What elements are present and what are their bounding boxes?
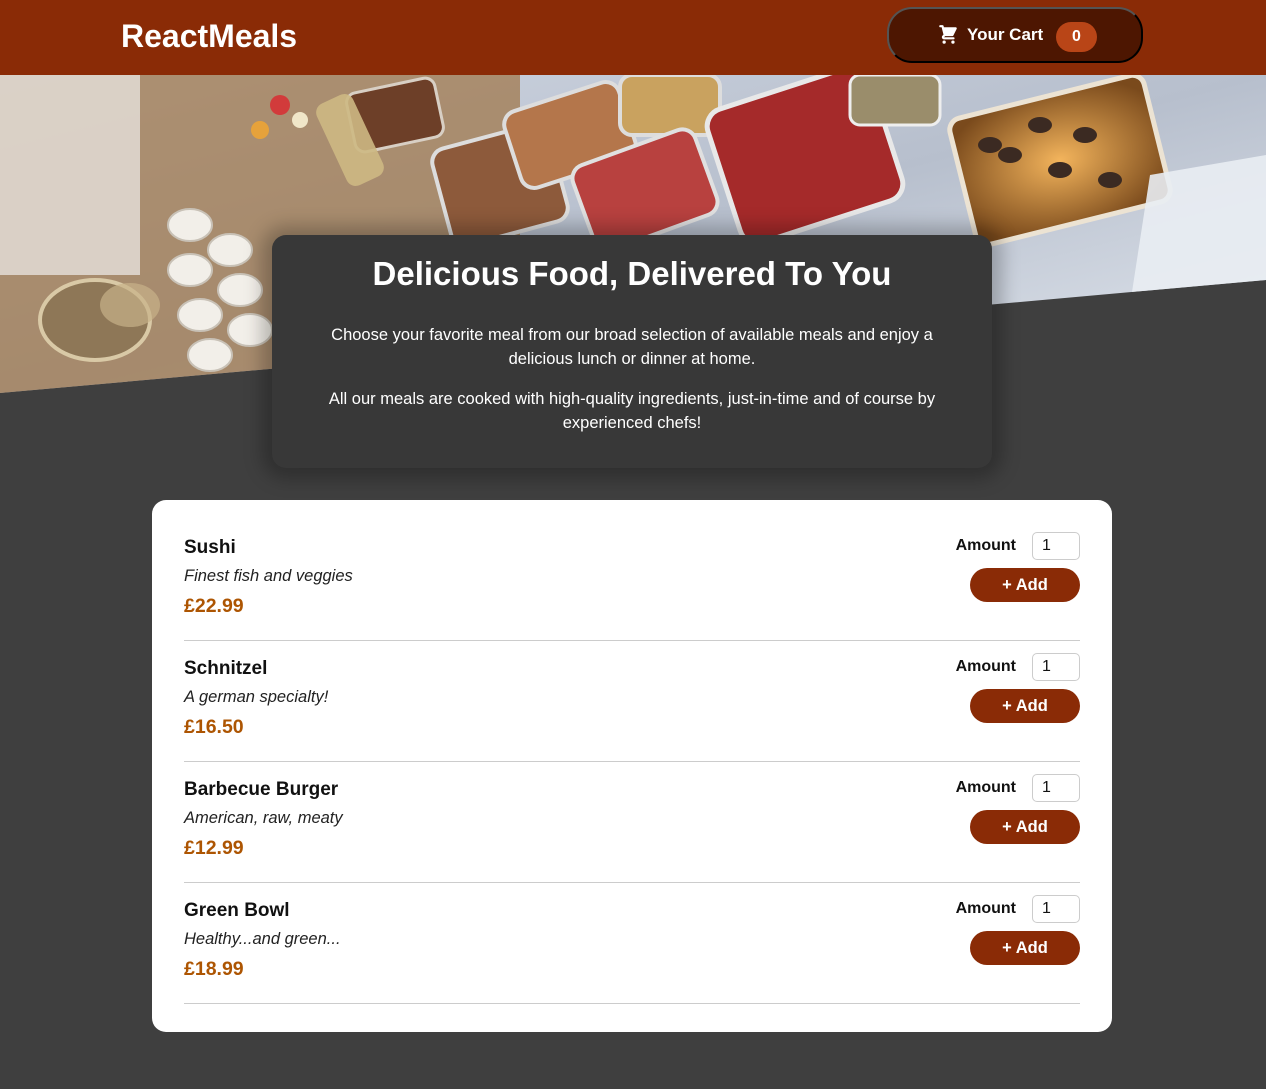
amount-label: Amount bbox=[955, 658, 1016, 675]
add-to-cart-button[interactable]: + Add bbox=[970, 568, 1080, 602]
summary-title: Delicious Food, Delivered To You bbox=[372, 255, 892, 292]
amount-input[interactable] bbox=[1032, 653, 1080, 681]
amount-label: Amount bbox=[955, 779, 1016, 796]
meal-name: Barbecue Burger bbox=[184, 779, 339, 800]
meal-price: £22.99 bbox=[184, 595, 244, 617]
amount-control: Amount bbox=[956, 532, 1080, 560]
meal-description: Healthy...and green... bbox=[184, 930, 341, 948]
cart-button[interactable]: Your Cart 0 bbox=[887, 7, 1143, 63]
shopping-cart-icon bbox=[937, 24, 959, 46]
amount-label: Amount bbox=[955, 537, 1016, 554]
add-to-cart-button[interactable]: + Add bbox=[970, 810, 1080, 844]
brand-title: ReactMeals bbox=[121, 18, 298, 54]
meal-name: Green Bowl bbox=[184, 900, 290, 921]
add-to-cart-button[interactable]: + Add bbox=[970, 931, 1080, 965]
amount-input[interactable] bbox=[1032, 774, 1080, 802]
summary-paragraph: All our meals are cooked with high-quali… bbox=[328, 390, 936, 432]
amount-label: Amount bbox=[955, 900, 1016, 917]
meal-item: Barbecue Burger American, raw, meaty £12… bbox=[184, 762, 1080, 883]
amount-control: Amount bbox=[956, 653, 1080, 681]
meal-item: Schnitzel A german specialty! £16.50 Amo… bbox=[184, 641, 1080, 762]
amount-input[interactable] bbox=[1032, 895, 1080, 923]
meal-item: Green Bowl Healthy...and green... £18.99… bbox=[184, 883, 1080, 1004]
cart-count-badge: 0 bbox=[1056, 22, 1097, 52]
meal-name: Sushi bbox=[184, 537, 236, 558]
cart-label: Your Cart bbox=[967, 25, 1044, 44]
summary-section: Delicious Food, Delivered To You Choose … bbox=[272, 235, 992, 468]
amount-input[interactable] bbox=[1032, 532, 1080, 560]
summary-paragraph: Choose your favorite meal from our broad… bbox=[331, 326, 933, 368]
meal-item: Sushi Finest fish and veggies £22.99 Amo… bbox=[184, 520, 1080, 641]
amount-control: Amount bbox=[956, 895, 1080, 923]
amount-control: Amount bbox=[956, 774, 1080, 802]
meal-description: Finest fish and veggies bbox=[184, 567, 353, 585]
meal-description: A german specialty! bbox=[184, 688, 329, 706]
meals-list-card: Sushi Finest fish and veggies £22.99 Amo… bbox=[152, 500, 1112, 1032]
app-header: ReactMeals Your Cart 0 bbox=[0, 0, 1266, 75]
meal-price: £12.99 bbox=[184, 837, 244, 859]
add-to-cart-button[interactable]: + Add bbox=[970, 689, 1080, 723]
meal-description: American, raw, meaty bbox=[184, 809, 343, 827]
meal-price: £16.50 bbox=[184, 716, 244, 738]
meal-price: £18.99 bbox=[184, 958, 244, 980]
meal-name: Schnitzel bbox=[184, 658, 268, 679]
